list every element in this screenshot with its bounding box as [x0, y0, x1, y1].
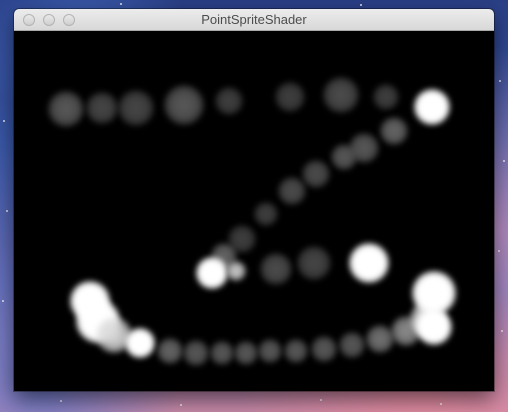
- point-sprite: [157, 338, 183, 364]
- point-sprite: [373, 84, 399, 110]
- point-sprite: [416, 309, 452, 345]
- star: [3, 120, 5, 122]
- point-sprite: [275, 82, 305, 112]
- star: [440, 403, 442, 405]
- point-sprite: [339, 332, 365, 358]
- point-sprite: [183, 340, 209, 366]
- point-sprite: [297, 246, 331, 280]
- point-sprite: [278, 177, 306, 205]
- star: [180, 404, 182, 406]
- point-sprite: [414, 89, 450, 125]
- point-sprite: [254, 202, 278, 226]
- point-sprite: [234, 341, 258, 365]
- point-sprite: [331, 144, 357, 170]
- star: [360, 4, 362, 6]
- point-sprite: [302, 160, 330, 188]
- app-window: PointSpriteShader: [14, 9, 494, 391]
- point-sprite: [125, 328, 155, 358]
- point-sprite: [260, 253, 292, 285]
- point-sprite: [366, 325, 394, 353]
- star: [503, 160, 505, 162]
- star: [2, 300, 4, 302]
- point-sprite: [311, 336, 337, 362]
- point-sprite: [118, 90, 154, 126]
- point-sprite: [196, 257, 228, 289]
- point-sprite: [349, 243, 389, 283]
- star: [501, 330, 503, 332]
- point-sprite: [86, 92, 118, 124]
- star: [6, 210, 8, 212]
- point-sprite: [380, 117, 408, 145]
- point-sprite: [284, 339, 308, 363]
- point-sprite: [48, 91, 84, 127]
- star: [498, 250, 500, 252]
- point-sprite: [164, 85, 204, 125]
- star: [320, 399, 322, 401]
- point-sprite: [215, 87, 243, 115]
- star: [60, 400, 62, 402]
- star: [499, 80, 501, 82]
- point-sprite: [323, 77, 359, 113]
- point-sprite: [258, 339, 282, 363]
- star: [120, 3, 122, 5]
- point-sprite: [210, 341, 234, 365]
- window-title: PointSpriteShader: [201, 12, 307, 27]
- point-sprite: [226, 261, 246, 281]
- render-canvas[interactable]: [14, 31, 494, 391]
- title-bar[interactable]: PointSpriteShader: [14, 9, 494, 31]
